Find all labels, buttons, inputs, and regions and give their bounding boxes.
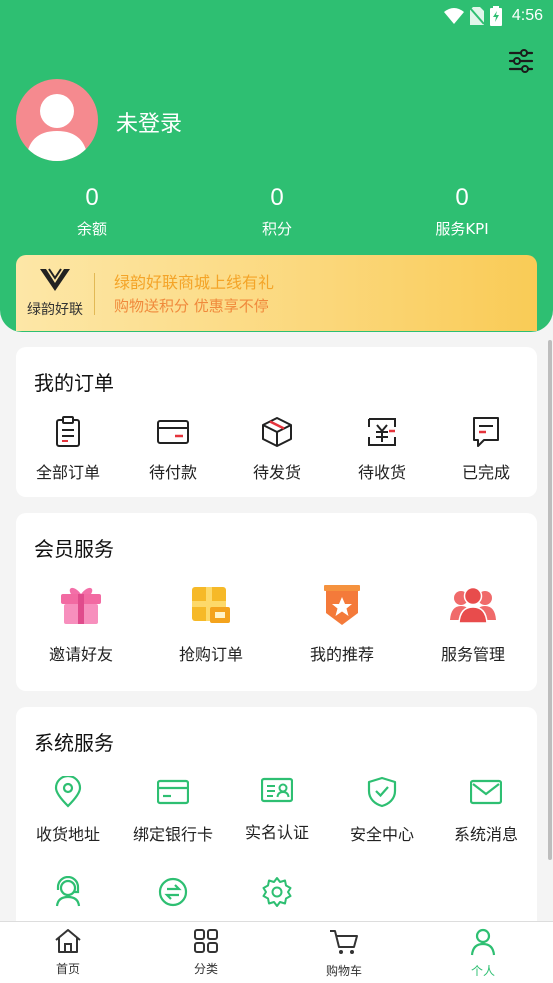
exchange-icon — [158, 877, 188, 907]
system-item-settings[interactable] — [229, 875, 325, 909]
member-title: 会员服务 — [34, 537, 114, 561]
bottom-tab-bar: 首页 分类 购物车 个人 — [0, 921, 553, 983]
category-icon — [194, 929, 218, 953]
cart-icon — [330, 930, 358, 954]
sliders-icon — [508, 49, 534, 73]
system-card: 系统服务 收货地址 绑定银行卡 实名认证 安全中心 系统消息 — [16, 707, 537, 947]
system-item-verify[interactable]: 实名认证 — [229, 773, 325, 843]
member-card: 会员服务 邀请好友 抢购订单 我的推荐 服务管理 — [16, 513, 537, 691]
settings-gear-icon — [262, 877, 292, 907]
brand-name: 绿韵好联 — [27, 302, 83, 318]
member-item-invite[interactable]: 邀请好友 — [26, 583, 136, 665]
promo-banner[interactable]: 绿韵好联 绿韵好联商城上线有礼 购物送积分 优惠享不停 — [16, 255, 537, 331]
stat-balance[interactable]: 0 余额 — [32, 184, 152, 239]
promo-divider — [94, 273, 95, 315]
order-item-unpaid[interactable]: 待付款 — [125, 415, 221, 483]
member-item-recommend[interactable]: 我的推荐 — [287, 583, 397, 665]
order-item-label: 已完成 — [461, 463, 510, 482]
battery-icon — [489, 6, 502, 26]
home-icon — [55, 929, 81, 953]
location-icon — [54, 776, 82, 808]
orders-card: 我的订单 全部订单 待付款 待发货 待收货 已完成 — [16, 347, 537, 497]
system-item-bank-card[interactable]: 绑定银行卡 — [125, 775, 221, 845]
system-item-security[interactable]: 安全中心 — [334, 775, 430, 845]
tab-label: 分类 — [193, 962, 218, 976]
member-item-label: 服务管理 — [440, 645, 505, 664]
tab-label: 购物车 — [325, 964, 362, 978]
system-item-label: 系统消息 — [453, 825, 518, 844]
order-item-label: 待付款 — [148, 463, 197, 482]
scrollbar[interactable] — [548, 340, 552, 860]
brand-logo: 绿韵好联 — [24, 267, 86, 319]
brand-v-icon — [40, 268, 70, 291]
yuan-receipt-icon — [368, 418, 396, 446]
tab-home[interactable]: 首页 — [28, 928, 108, 977]
stat-label: 服务KPI — [435, 220, 489, 238]
user-avatar-icon — [26, 94, 88, 161]
avatar[interactable] — [16, 79, 98, 161]
member-item-service-mgmt[interactable]: 服务管理 — [418, 583, 528, 665]
tab-category[interactable]: 分类 — [166, 928, 246, 977]
system-title: 系统服务 — [34, 731, 114, 755]
tab-label: 首页 — [55, 962, 80, 976]
member-item-flash-order[interactable]: 抢购订单 — [156, 583, 266, 665]
system-item-exchange[interactable] — [125, 875, 221, 909]
no-sim-icon — [469, 7, 484, 25]
promo-subtitle: 购物送积分 优惠享不停 — [114, 297, 269, 315]
order-item-to-receive[interactable]: 待收货 — [334, 415, 430, 483]
settings-button[interactable] — [506, 46, 536, 76]
id-card-icon — [261, 777, 293, 803]
package-icon — [192, 587, 230, 623]
stat-kpi[interactable]: 0 服务KPI — [402, 184, 522, 239]
order-item-to-ship[interactable]: 待发货 — [229, 415, 325, 483]
system-item-address[interactable]: 收货地址 — [20, 775, 116, 845]
order-item-label: 待收货 — [357, 463, 406, 482]
system-item-label: 绑定银行卡 — [132, 825, 213, 844]
mail-icon — [470, 779, 502, 805]
stat-label: 余额 — [76, 220, 107, 238]
member-item-label: 抢购订单 — [178, 645, 243, 664]
shield-check-icon — [367, 776, 397, 808]
stat-value: 0 — [85, 184, 99, 211]
stat-label: 积分 — [261, 220, 292, 238]
profile-header: 4:56 未登录 0 余额 0 积分 0 服务KPI 绿韵好联 绿韵好联商城上线… — [0, 0, 553, 332]
status-bar: 4:56 — [443, 4, 543, 28]
customer-service-icon — [55, 876, 81, 907]
message-done-icon — [473, 417, 499, 447]
bank-card-icon — [157, 779, 189, 805]
box-icon — [262, 417, 292, 447]
system-item-messages[interactable]: 系统消息 — [438, 775, 534, 845]
stat-value: 0 — [270, 184, 284, 211]
promo-title: 绿韵好联商城上线有礼 — [114, 273, 275, 292]
clipboard-icon — [56, 416, 80, 447]
tab-cart[interactable]: 购物车 — [304, 928, 384, 979]
team-icon — [450, 586, 496, 624]
person-icon — [470, 928, 496, 956]
member-item-label: 邀请好友 — [48, 645, 113, 664]
order-item-label: 全部订单 — [35, 463, 100, 482]
system-item-label: 实名认证 — [244, 823, 309, 842]
star-badge-icon — [324, 585, 360, 625]
stat-points[interactable]: 0 积分 — [217, 184, 337, 239]
order-item-completed[interactable]: 已完成 — [438, 415, 534, 483]
status-time: 4:56 — [511, 7, 543, 24]
gift-icon — [61, 587, 101, 624]
member-item-label: 我的推荐 — [309, 645, 374, 664]
wifi-icon — [443, 8, 464, 24]
tab-label: 个人 — [470, 964, 495, 978]
system-item-label: 安全中心 — [349, 825, 414, 844]
tab-profile[interactable]: 个人 — [443, 928, 523, 979]
card-icon — [157, 420, 189, 444]
order-item-all[interactable]: 全部订单 — [20, 415, 116, 483]
stat-value: 0 — [455, 184, 469, 211]
login-status[interactable]: 未登录 — [116, 106, 182, 138]
system-item-label: 收货地址 — [35, 825, 100, 844]
orders-title: 我的订单 — [34, 371, 114, 395]
order-item-label: 待发货 — [252, 463, 301, 482]
system-item-customer-service[interactable] — [20, 875, 116, 909]
